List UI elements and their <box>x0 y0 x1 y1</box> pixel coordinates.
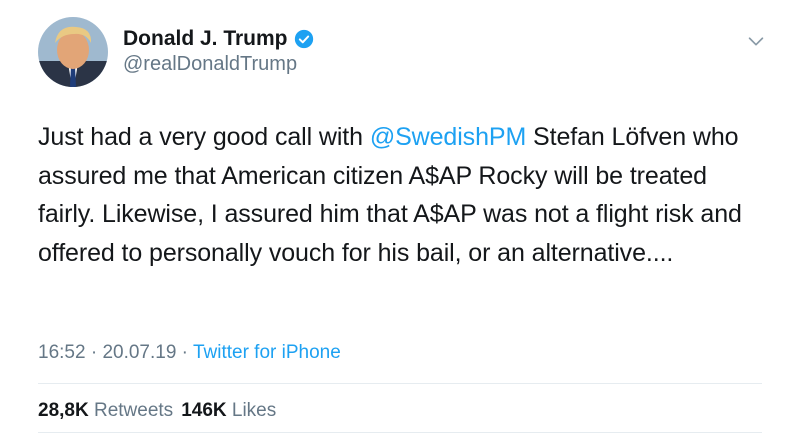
author-handle[interactable]: @realDonaldTrump <box>123 53 297 76</box>
author-name-row: Donald J. Trump <box>123 27 314 51</box>
mention-link[interactable]: @SwedishPM <box>370 123 526 151</box>
avatar[interactable] <box>38 17 108 87</box>
verified-badge-icon <box>294 29 313 49</box>
chevron-down-icon[interactable] <box>745 30 767 52</box>
meta-separator: · <box>85 342 103 363</box>
retweets-stat[interactable]: 28,8K Retweets <box>38 400 173 421</box>
profile-photo <box>38 17 108 87</box>
tweet-time[interactable]: 16:52 <box>38 342 86 363</box>
likes-count: 146K <box>181 400 227 421</box>
tweet-text-part: Just had a very good call with <box>38 123 370 151</box>
retweets-count: 28,8K <box>38 400 89 421</box>
tweet-meta: 16:52 · 20.07.19 · Twitter for iPhone <box>38 342 341 364</box>
tweet-stats: 28,8K Retweets 146K Likes <box>38 400 276 422</box>
meta-separator: · <box>176 342 193 363</box>
likes-label: Likes <box>231 400 277 421</box>
divider <box>38 383 762 384</box>
retweets-label: Retweets <box>93 400 174 421</box>
tweet-text: Just had a very good call with @SwedishP… <box>38 118 768 272</box>
divider <box>38 432 762 433</box>
tweet-date[interactable]: 20.07.19 <box>102 342 176 363</box>
likes-stat[interactable]: 146K Likes <box>181 400 276 421</box>
display-name[interactable]: Donald J. Trump <box>123 27 288 51</box>
tweet-source-link[interactable]: Twitter for iPhone <box>193 342 341 363</box>
